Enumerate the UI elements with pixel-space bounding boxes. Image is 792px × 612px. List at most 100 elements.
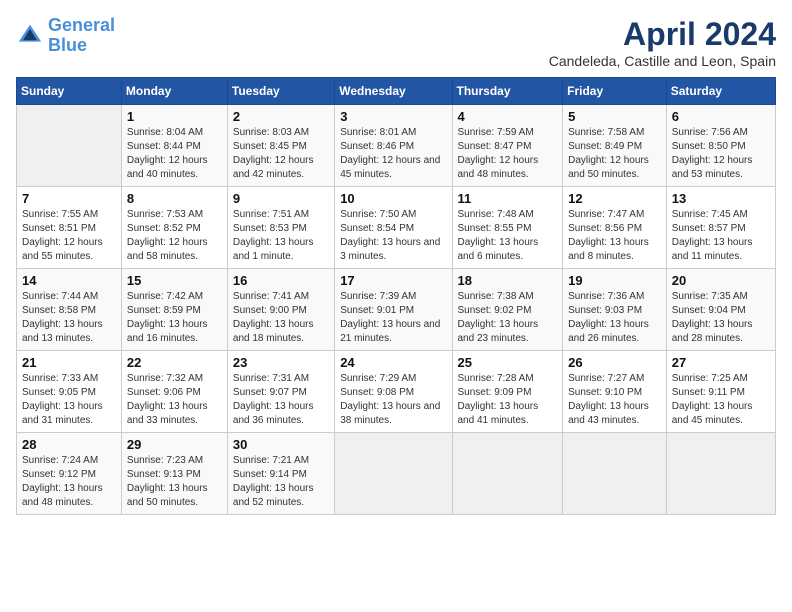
day-info: Sunrise: 7:48 AMSunset: 8:55 PMDaylight:… (458, 208, 558, 264)
day-cell: 13 Sunrise: 7:45 AMSunset: 8:57 PMDayligh… (666, 187, 775, 269)
day-info: Sunrise: 7:44 AMSunset: 8:58 PMDaylight:… (22, 290, 116, 346)
day-number: 26 (568, 355, 661, 370)
day-number: 7 (22, 191, 116, 206)
day-number: 12 (568, 191, 661, 206)
header-cell-thursday: Thursday (452, 78, 563, 105)
day-number: 17 (340, 273, 446, 288)
day-number: 23 (233, 355, 329, 370)
day-cell: 16 Sunrise: 7:41 AMSunset: 9:00 PMDayligh… (227, 269, 334, 351)
day-cell: 7Sunrise: 7:55 AMSunset: 8:51 PMDaylight… (17, 187, 122, 269)
day-info: Sunrise: 7:35 AMSunset: 9:04 PMDaylight:… (672, 290, 770, 346)
day-cell: 30 Sunrise: 7:21 AMSunset: 9:14 PMDayligh… (227, 433, 334, 515)
day-cell: 26 Sunrise: 7:27 AMSunset: 9:10 PMDayligh… (563, 351, 667, 433)
day-cell: 1 Sunrise: 8:04 AMSunset: 8:44 PMDaylight… (121, 105, 227, 187)
day-cell (335, 433, 452, 515)
day-number: 9 (233, 191, 329, 206)
day-info: Sunrise: 7:27 AMSunset: 9:10 PMDaylight:… (568, 372, 661, 428)
day-cell: 11 Sunrise: 7:48 AMSunset: 8:55 PMDayligh… (452, 187, 563, 269)
day-cell: 28 Sunrise: 7:24 AMSunset: 9:12 PMDayligh… (17, 433, 122, 515)
day-cell: 20 Sunrise: 7:35 AMSunset: 9:04 PMDayligh… (666, 269, 775, 351)
day-number: 10 (340, 191, 446, 206)
header-cell-tuesday: Tuesday (227, 78, 334, 105)
day-info: Sunrise: 7:23 AMSunset: 9:13 PMDaylight:… (127, 454, 222, 510)
page-title: April 2024 (549, 16, 776, 53)
day-cell: 9 Sunrise: 7:51 AMSunset: 8:53 PMDaylight… (227, 187, 334, 269)
day-number: 28 (22, 437, 116, 452)
day-info: Sunrise: 7:24 AMSunset: 9:12 PMDaylight:… (22, 454, 116, 510)
day-info: Sunrise: 7:53 AMSunset: 8:52 PMDaylight:… (127, 208, 222, 264)
day-cell: 21Sunrise: 7:33 AMSunset: 9:05 PMDayligh… (17, 351, 122, 433)
day-number: 15 (127, 273, 222, 288)
day-cell (563, 433, 667, 515)
day-info: Sunrise: 7:29 AMSunset: 9:08 PMDaylight:… (340, 372, 446, 428)
day-info: Sunrise: 7:56 AMSunset: 8:50 PMDaylight:… (672, 126, 770, 182)
day-number: 19 (568, 273, 661, 288)
day-number: 1 (127, 109, 222, 124)
day-number: 5 (568, 109, 661, 124)
day-cell: 8 Sunrise: 7:53 AMSunset: 8:52 PMDaylight… (121, 187, 227, 269)
header-cell-sunday: Sunday (17, 78, 122, 105)
logo: General Blue (16, 16, 115, 56)
day-info: Sunrise: 7:42 AMSunset: 8:59 PMDaylight:… (127, 290, 222, 346)
day-cell: 18Sunrise: 7:38 AMSunset: 9:02 PMDayligh… (452, 269, 563, 351)
day-cell (666, 433, 775, 515)
day-number: 2 (233, 109, 329, 124)
day-cell: 19 Sunrise: 7:36 AMSunset: 9:03 PMDayligh… (563, 269, 667, 351)
calendar-table: SundayMondayTuesdayWednesdayThursdayFrid… (16, 77, 776, 515)
day-cell: 22Sunrise: 7:32 AMSunset: 9:06 PMDayligh… (121, 351, 227, 433)
day-number: 11 (458, 191, 558, 206)
day-cell: 17Sunrise: 7:39 AMSunset: 9:01 PMDayligh… (335, 269, 452, 351)
day-number: 13 (672, 191, 770, 206)
logo-text: General Blue (48, 16, 115, 56)
day-number: 16 (233, 273, 329, 288)
day-number: 6 (672, 109, 770, 124)
day-cell: 27 Sunrise: 7:25 AMSunset: 9:11 PMDayligh… (666, 351, 775, 433)
day-info: Sunrise: 7:31 AMSunset: 9:07 PMDaylight:… (233, 372, 329, 428)
day-number: 30 (233, 437, 329, 452)
day-info: Sunrise: 7:32 AMSunset: 9:06 PMDaylight:… (127, 372, 222, 428)
day-number: 4 (458, 109, 558, 124)
day-info: Sunrise: 7:50 AMSunset: 8:54 PMDaylight:… (340, 208, 446, 264)
day-info: Sunrise: 8:04 AMSunset: 8:44 PMDaylight:… (127, 126, 222, 182)
day-number: 8 (127, 191, 222, 206)
week-row-1: 1 Sunrise: 8:04 AMSunset: 8:44 PMDaylight… (17, 105, 776, 187)
header-row: SundayMondayTuesdayWednesdayThursdayFrid… (17, 78, 776, 105)
day-info: Sunrise: 7:21 AMSunset: 9:14 PMDaylight:… (233, 454, 329, 510)
day-cell: 5 Sunrise: 7:58 AMSunset: 8:49 PMDaylight… (563, 105, 667, 187)
day-info: Sunrise: 7:58 AMSunset: 8:49 PMDaylight:… (568, 126, 661, 182)
day-info: Sunrise: 7:33 AMSunset: 9:05 PMDaylight:… (22, 372, 116, 428)
header-cell-wednesday: Wednesday (335, 78, 452, 105)
day-cell: 24Sunrise: 7:29 AMSunset: 9:08 PMDayligh… (335, 351, 452, 433)
day-cell: 29 Sunrise: 7:23 AMSunset: 9:13 PMDayligh… (121, 433, 227, 515)
day-info: Sunrise: 7:36 AMSunset: 9:03 PMDaylight:… (568, 290, 661, 346)
logo-icon (16, 22, 44, 50)
header-cell-saturday: Saturday (666, 78, 775, 105)
day-info: Sunrise: 7:59 AMSunset: 8:47 PMDaylight:… (458, 126, 558, 182)
title-area: April 2024 Candeleda, Castille and Leon,… (549, 16, 776, 69)
week-row-4: 21Sunrise: 7:33 AMSunset: 9:05 PMDayligh… (17, 351, 776, 433)
day-info: Sunrise: 7:41 AMSunset: 9:00 PMDaylight:… (233, 290, 329, 346)
page-subtitle: Candeleda, Castille and Leon, Spain (549, 53, 776, 69)
day-number: 29 (127, 437, 222, 452)
header-cell-monday: Monday (121, 78, 227, 105)
week-row-3: 14 Sunrise: 7:44 AMSunset: 8:58 PMDayligh… (17, 269, 776, 351)
day-cell: 12 Sunrise: 7:47 AMSunset: 8:56 PMDayligh… (563, 187, 667, 269)
day-number: 27 (672, 355, 770, 370)
day-info: Sunrise: 7:45 AMSunset: 8:57 PMDaylight:… (672, 208, 770, 264)
header-cell-friday: Friday (563, 78, 667, 105)
day-cell (452, 433, 563, 515)
day-info: Sunrise: 8:03 AMSunset: 8:45 PMDaylight:… (233, 126, 329, 182)
day-info: Sunrise: 8:01 AMSunset: 8:46 PMDaylight:… (340, 126, 446, 182)
day-number: 14 (22, 273, 116, 288)
day-info: Sunrise: 7:25 AMSunset: 9:11 PMDaylight:… (672, 372, 770, 428)
day-number: 20 (672, 273, 770, 288)
day-cell: 14 Sunrise: 7:44 AMSunset: 8:58 PMDayligh… (17, 269, 122, 351)
day-cell (17, 105, 122, 187)
day-cell: 23 Sunrise: 7:31 AMSunset: 9:07 PMDayligh… (227, 351, 334, 433)
day-info: Sunrise: 7:47 AMSunset: 8:56 PMDaylight:… (568, 208, 661, 264)
day-cell: 15 Sunrise: 7:42 AMSunset: 8:59 PMDayligh… (121, 269, 227, 351)
week-row-5: 28 Sunrise: 7:24 AMSunset: 9:12 PMDayligh… (17, 433, 776, 515)
day-number: 25 (458, 355, 558, 370)
day-info: Sunrise: 7:51 AMSunset: 8:53 PMDaylight:… (233, 208, 329, 264)
day-cell: 10 Sunrise: 7:50 AMSunset: 8:54 PMDayligh… (335, 187, 452, 269)
